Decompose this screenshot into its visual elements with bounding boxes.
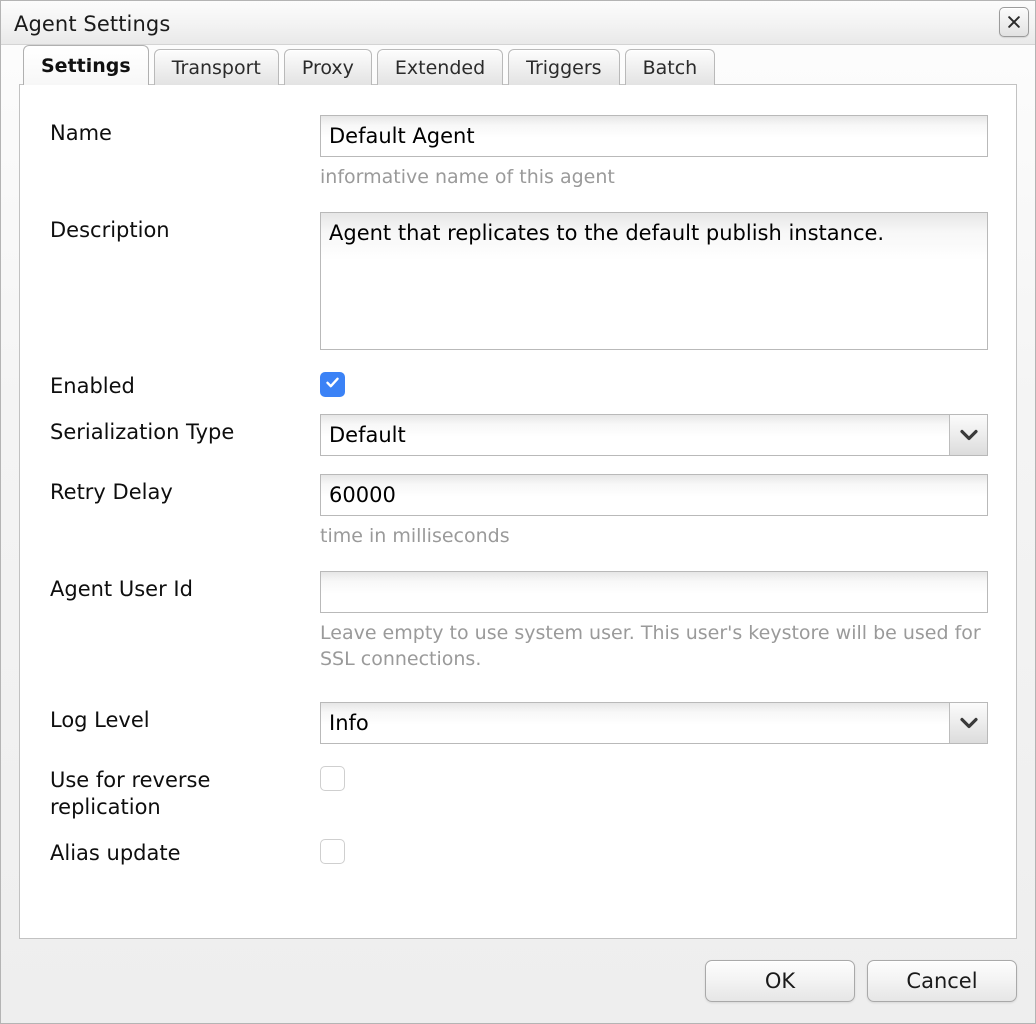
field-row-agent-user-id: Agent User Id Leave empty to use system … xyxy=(20,571,1016,672)
dialog-footer: OK Cancel xyxy=(1,939,1035,1023)
log-level-label: Log Level xyxy=(50,708,150,732)
tab-label: Triggers xyxy=(526,56,602,79)
close-icon xyxy=(1006,14,1022,30)
close-button[interactable] xyxy=(999,7,1029,37)
chevron-down-icon xyxy=(949,703,987,743)
tab-batch[interactable]: Batch xyxy=(624,49,716,85)
field-row-retry-delay: Retry Delay time in milliseconds xyxy=(20,474,1016,549)
ok-button[interactable]: OK xyxy=(705,960,855,1002)
field-row-alias-update: Alias update xyxy=(20,835,1016,868)
tab-triggers[interactable]: Triggers xyxy=(508,49,620,85)
settings-panel: Name informative name of this agent Desc… xyxy=(19,84,1017,939)
retry-delay-input[interactable] xyxy=(320,474,988,516)
retry-delay-hint: time in milliseconds xyxy=(320,525,510,547)
field-row-log-level: Log Level Info xyxy=(20,702,1016,744)
field-row-description: Description xyxy=(20,212,1016,350)
name-input[interactable] xyxy=(320,115,988,157)
serialization-type-label: Serialization Type xyxy=(50,420,235,444)
reverse-replication-label: Use for reverse replication xyxy=(50,768,211,819)
titlebar: Agent Settings xyxy=(1,1,1035,45)
serialization-type-value: Default xyxy=(329,423,406,447)
enabled-label: Enabled xyxy=(50,374,135,398)
agent-settings-dialog: Agent Settings Settings Transport Proxy … xyxy=(0,0,1036,1024)
tab-label: Proxy xyxy=(301,56,354,79)
tab-settings[interactable]: Settings xyxy=(23,45,149,85)
enabled-checkbox[interactable] xyxy=(320,372,345,397)
tab-label: Settings xyxy=(41,54,131,77)
field-row-enabled: Enabled xyxy=(20,368,1016,400)
settings-form: Name informative name of this agent Desc… xyxy=(20,85,1016,938)
agent-user-id-label: Agent User Id xyxy=(50,577,193,601)
name-label: Name xyxy=(50,121,112,145)
log-level-value: Info xyxy=(329,711,369,735)
description-label: Description xyxy=(50,218,170,242)
cancel-button[interactable]: Cancel xyxy=(867,960,1017,1002)
alias-update-label: Alias update xyxy=(50,841,181,865)
tab-label: Extended xyxy=(394,56,486,79)
tab-proxy[interactable]: Proxy xyxy=(283,49,372,85)
tab-transport[interactable]: Transport xyxy=(153,49,279,85)
log-level-select[interactable]: Info xyxy=(320,702,988,744)
agent-user-id-hint: Leave empty to use system user. This use… xyxy=(320,622,981,670)
checkmark-icon xyxy=(324,374,341,395)
field-row-name: Name informative name of this agent xyxy=(20,115,1016,190)
window-title: Agent Settings xyxy=(14,12,171,36)
description-textarea[interactable] xyxy=(320,212,988,350)
field-row-serialization-type: Serialization Type Default xyxy=(20,414,1016,456)
tab-extended[interactable]: Extended xyxy=(376,49,504,85)
tab-label: Batch xyxy=(642,56,698,79)
tab-label: Transport xyxy=(171,56,261,79)
serialization-type-select[interactable]: Default xyxy=(320,414,988,456)
retry-delay-label: Retry Delay xyxy=(50,480,173,504)
reverse-replication-checkbox[interactable] xyxy=(320,766,345,791)
agent-user-id-input[interactable] xyxy=(320,571,988,613)
field-row-reverse-replication: Use for reverse replication xyxy=(20,762,1016,821)
chevron-down-icon xyxy=(949,415,987,455)
name-hint: informative name of this agent xyxy=(320,166,615,188)
tab-strip: Settings Transport Proxy Extended Trigge… xyxy=(1,45,1035,85)
alias-update-checkbox[interactable] xyxy=(320,839,345,864)
